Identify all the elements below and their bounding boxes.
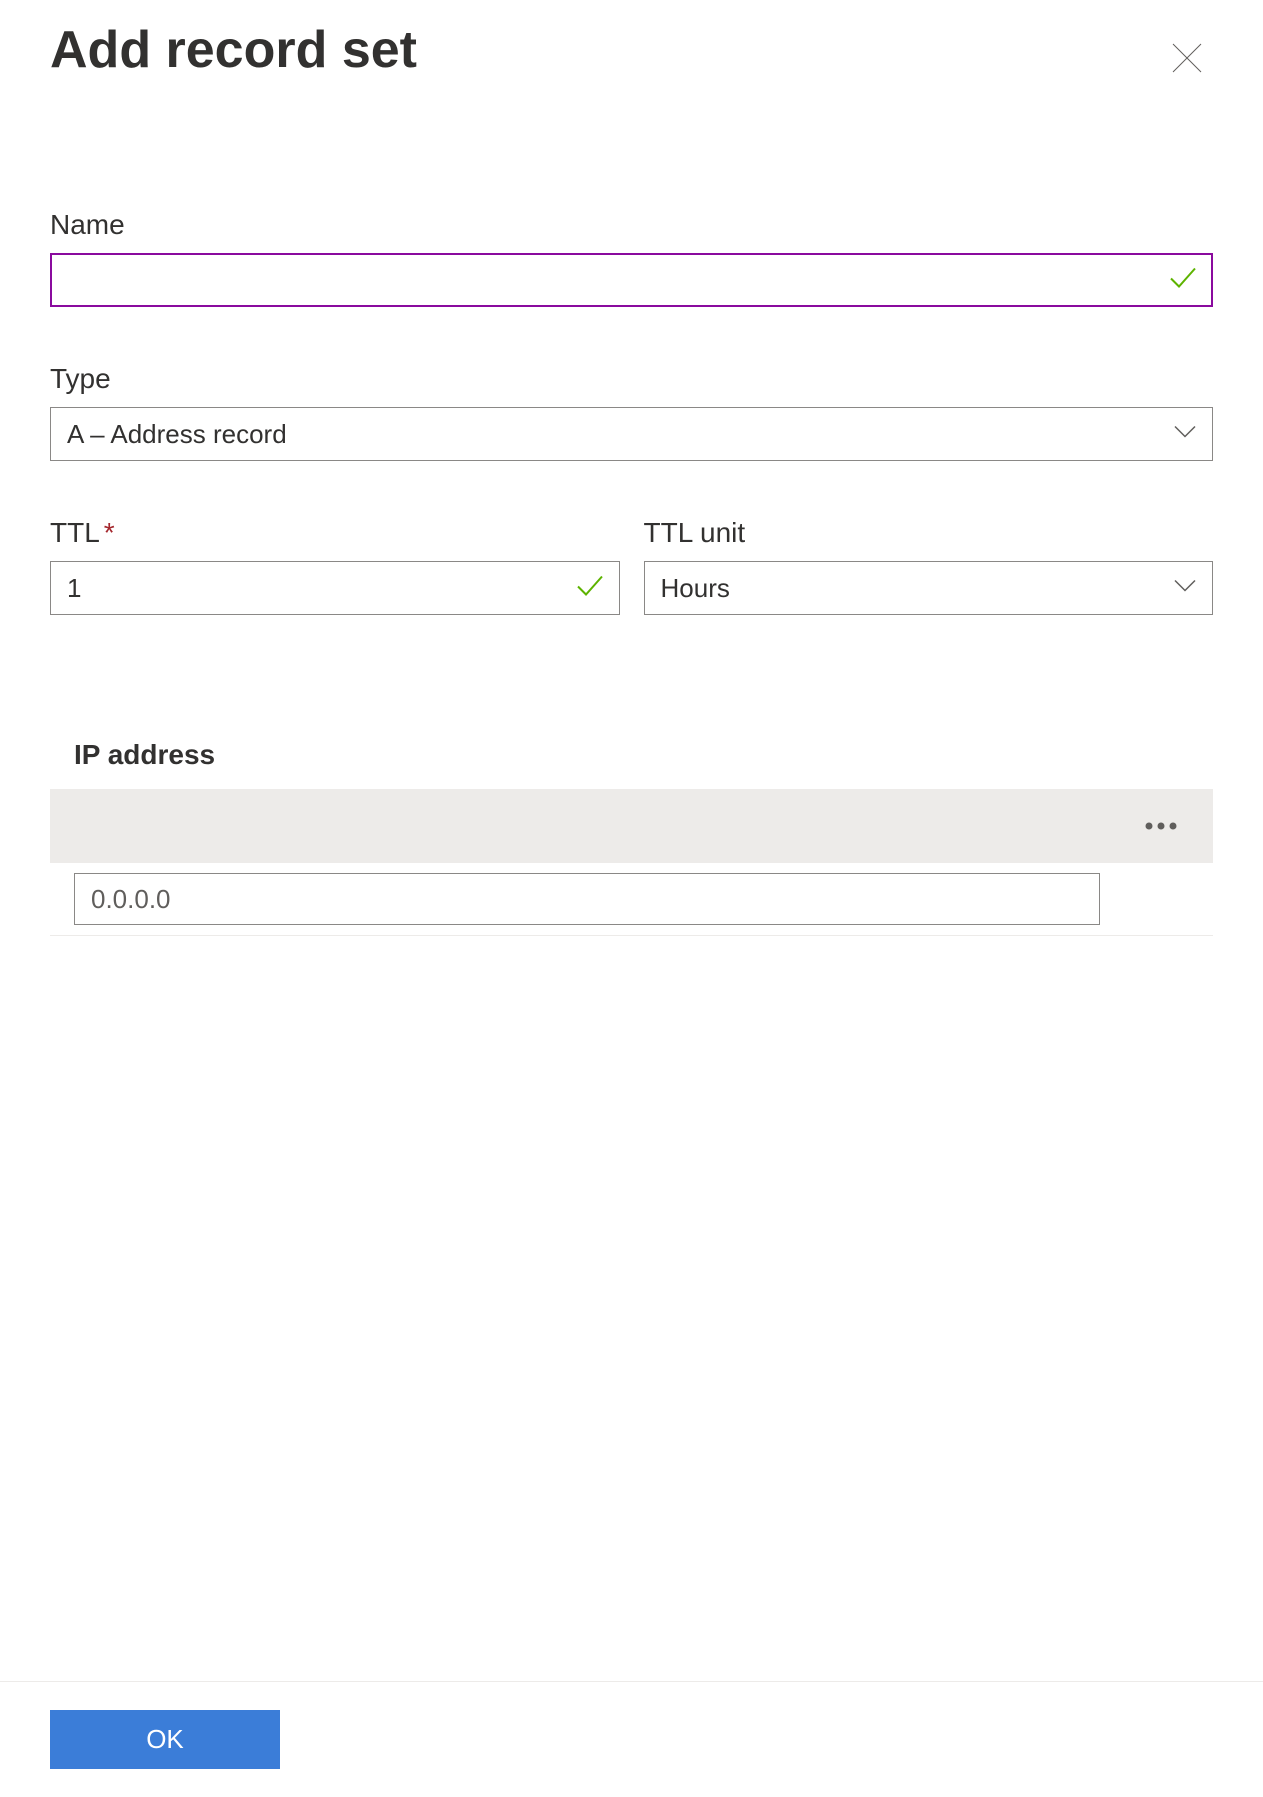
ip-address-header: IP address (50, 739, 1213, 771)
ttl-label: TTL* (50, 517, 620, 549)
panel-footer: OK (0, 1681, 1263, 1797)
ip-address-input-row (50, 863, 1213, 936)
ttl-unit-label: TTL unit (644, 517, 1214, 549)
ip-address-section: IP address (50, 739, 1213, 936)
ttl-field-group: TTL* (50, 517, 620, 615)
add-record-set-panel: Add record set Name Type (0, 0, 1263, 1797)
form-body: Name Type (50, 209, 1213, 1681)
panel-header: Add record set (50, 20, 1213, 89)
name-label: Name (50, 209, 1213, 241)
close-button[interactable] (1161, 32, 1213, 89)
type-select-wrapper (50, 407, 1213, 461)
ttl-label-text: TTL (50, 517, 100, 548)
close-icon (1169, 40, 1205, 76)
ellipsis-icon (1145, 822, 1177, 830)
ttl-unit-select[interactable] (644, 561, 1214, 615)
name-field-group: Name (50, 209, 1213, 307)
ok-button[interactable]: OK (50, 1710, 280, 1769)
ttl-input[interactable] (50, 561, 620, 615)
required-star-icon: * (104, 517, 115, 548)
ttl-unit-select-wrapper (644, 561, 1214, 615)
ttl-unit-field-group: TTL unit (644, 517, 1214, 615)
ttl-input-wrapper (50, 561, 620, 615)
ip-address-row-header (50, 789, 1213, 863)
panel-title: Add record set (50, 20, 417, 80)
ttl-row: TTL* TTL unit (50, 517, 1213, 671)
type-label: Type (50, 363, 1213, 395)
ip-address-input[interactable] (74, 873, 1100, 925)
more-actions-button[interactable] (1137, 809, 1185, 843)
type-select[interactable] (50, 407, 1213, 461)
name-input-wrapper (50, 253, 1213, 307)
type-field-group: Type (50, 363, 1213, 461)
name-input[interactable] (50, 253, 1213, 307)
